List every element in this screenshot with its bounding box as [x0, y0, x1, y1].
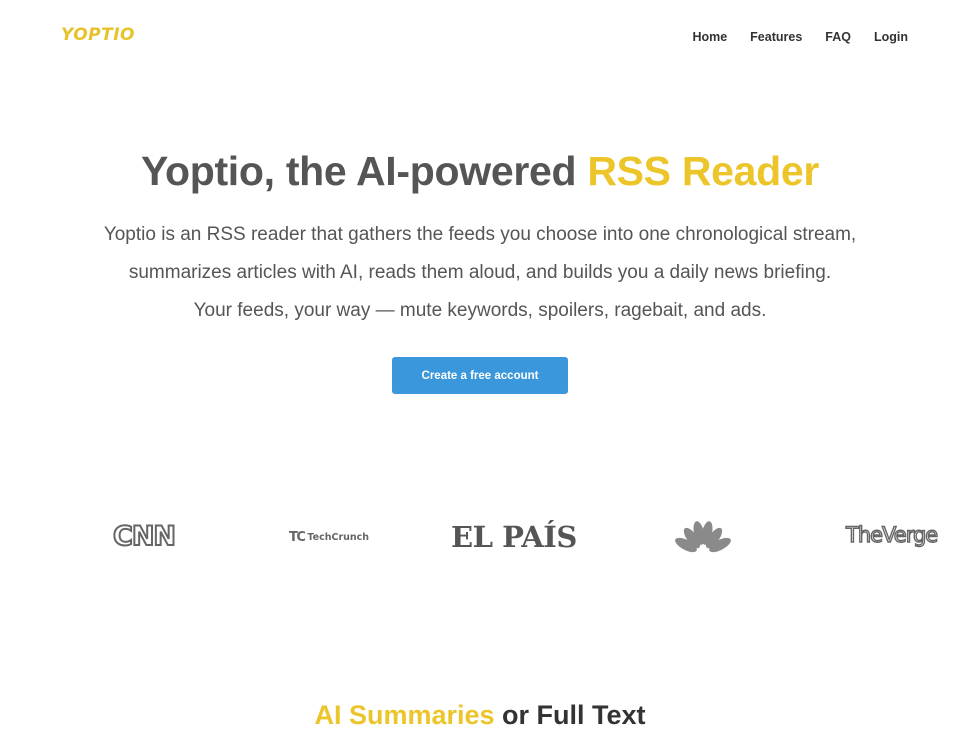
nbc-peacock-icon — [673, 519, 733, 560]
cnn-logo: CNN — [112, 520, 177, 553]
section-title-accent: AI Summaries — [314, 700, 495, 730]
elpais-logo: EL PAÍS — [451, 520, 577, 554]
hero-description-line: Yoptio is an RSS reader that gathers the… — [103, 224, 857, 245]
section-title: AI Summaries or Full Text — [0, 700, 960, 731]
nav-login-link[interactable]: Login — [874, 30, 908, 44]
theverge-logo: TheVerge — [845, 522, 939, 547]
create-account-button[interactable]: Create a free account — [392, 357, 568, 394]
hero-description-line: Your feeds, your way — mute keywords, sp… — [193, 300, 767, 321]
main-nav: Home Features FAQ Login — [692, 30, 908, 44]
hero-title: Yoptio, the AI-powered RSS Reader — [0, 148, 960, 195]
nav-faq-link[interactable]: FAQ — [825, 30, 851, 44]
nav-home-link[interactable]: Home — [692, 30, 727, 44]
techcrunch-mark: TC — [289, 530, 306, 545]
techcrunch-logo: TC TechCrunch — [289, 530, 369, 545]
hero-description: Yoptio is an RSS reader that gathers the… — [0, 216, 960, 330]
techcrunch-wordmark: TechCrunch — [307, 532, 370, 543]
press-logos: CNN TC TechCrunch EL PAÍS TheVerge — [0, 515, 960, 560]
hero-title-accent: RSS Reader — [587, 148, 820, 194]
section-title-rest: or Full Text — [494, 700, 646, 730]
nav-features-link[interactable]: Features — [750, 30, 802, 44]
hero-title-main: Yoptio, the AI-powered — [140, 148, 588, 194]
hero-description-line: summarizes articles with AI, reads them … — [128, 262, 832, 283]
yoptio-logo[interactable]: Yoptio — [61, 25, 135, 45]
